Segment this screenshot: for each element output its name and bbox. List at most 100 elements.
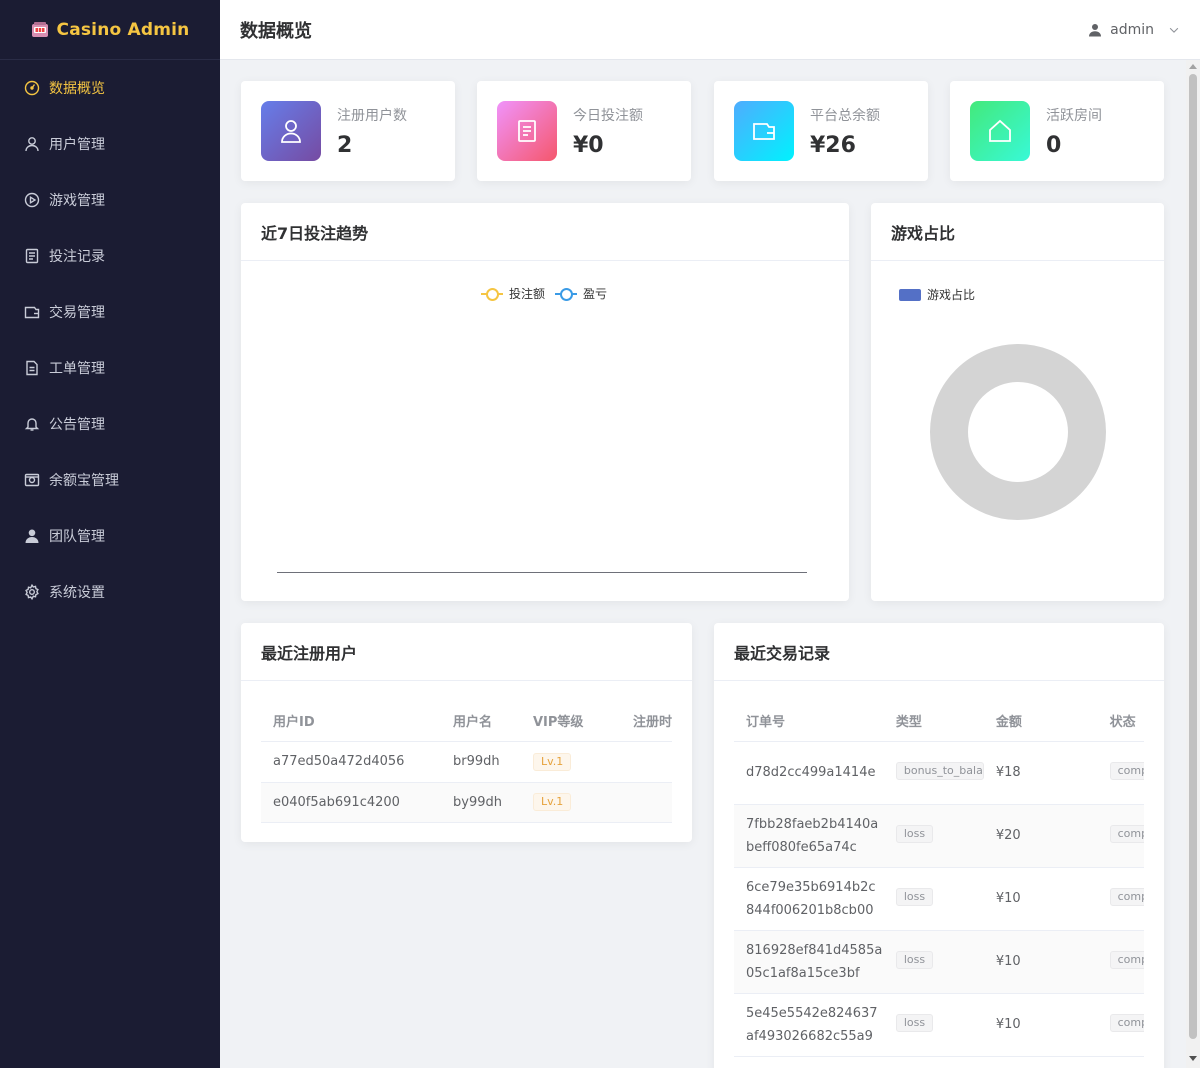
sidebar-item-bets[interactable]: 投注记录 bbox=[0, 228, 220, 284]
stat-value: 2 bbox=[337, 132, 353, 158]
type-cell: bonus_to_balance bbox=[883, 741, 984, 805]
order-id-line: 05c1af8a15ce3bf bbox=[746, 965, 860, 981]
table-row[interactable]: 5e45e5542e824637 af493026682c55a9 loss ¥10 c… bbox=[734, 993, 1144, 1057]
bell-icon bbox=[24, 418, 40, 431]
sidebar-item-games[interactable]: 游戏管理 bbox=[0, 172, 220, 228]
legend-item-bets[interactable]: 投注额 bbox=[481, 285, 545, 302]
transactions-body: d78d2cc499a1414e bonus_to_balance¥18 compl… bbox=[734, 741, 1144, 1057]
vip-cell: Lv.1 bbox=[521, 741, 621, 783]
order-id-line: 7fbb28faeb2b4140a bbox=[746, 816, 879, 832]
type-badge: loss bbox=[895, 1013, 934, 1032]
recent-transactions-title: 最近交易记录 bbox=[714, 623, 1164, 681]
user-id-cell: e040f5ab691c4200 bbox=[261, 782, 441, 823]
order-id-cell: 7fbb28faeb2b4140a beff080fe65a74c bbox=[734, 804, 884, 868]
sidebar-item-label: 公告管理 bbox=[49, 417, 105, 433]
legend-label: 游戏占比 bbox=[927, 288, 976, 302]
stat-label: 注册用户数 bbox=[337, 107, 407, 124]
sidebar-item-label: 系统设置 bbox=[49, 585, 105, 601]
sidebar-item-label: 余额宝管理 bbox=[49, 473, 119, 489]
recent-transactions-table-wrap: 订单号 类型 金额 状态 d78d2cc499a1414e bonus_to_ba… bbox=[734, 701, 1144, 1057]
sidebar-item-tickets[interactable]: 工单管理 bbox=[0, 340, 220, 396]
sidebar-item-announcements[interactable]: 公告管理 bbox=[0, 396, 220, 452]
team-icon bbox=[25, 529, 39, 543]
column-header: 状态 bbox=[1097, 701, 1144, 742]
table-row[interactable]: 7fbb28faeb2b4140a beff080fe65a74c loss ¥20 c… bbox=[734, 804, 1144, 868]
user-avatar-icon bbox=[1089, 23, 1102, 36]
user-id-cell: a77ed50a472d4056 bbox=[261, 741, 441, 783]
order-id-cell: d78d2cc499a1414e bbox=[734, 741, 884, 805]
stat-value: ¥0 bbox=[573, 132, 604, 158]
table-row[interactable]: 816928ef841d4585a 05c1af8a15ce3bf loss ¥10 c… bbox=[734, 930, 1144, 994]
sidebar-item-users[interactable]: 用户管理 bbox=[0, 116, 220, 172]
sidebar-item-label: 用户管理 bbox=[49, 137, 105, 153]
username-cell: br99dh bbox=[441, 741, 521, 783]
play-circle-icon bbox=[24, 192, 40, 208]
status-badge: completed bbox=[1109, 761, 1144, 780]
stat-card-today-bets: 今日投注额 ¥0 bbox=[477, 81, 691, 181]
type-badge: loss bbox=[895, 824, 934, 843]
game-share-legend[interactable]: 游戏占比 bbox=[899, 286, 975, 303]
type-badge: loss bbox=[895, 950, 934, 969]
table-row[interactable]: 6ce79e35b6914b2c 844f006201b8cb00 loss ¥10 c… bbox=[734, 867, 1144, 931]
column-header: 用户名 bbox=[441, 701, 521, 742]
sidebar-item-transactions[interactable]: 交易管理 bbox=[0, 284, 220, 340]
register-time-cell bbox=[621, 741, 672, 783]
stat-label: 今日投注额 bbox=[573, 107, 643, 124]
game-share-title: 游戏占比 bbox=[871, 203, 1164, 261]
app-logo[interactable]: Casino Admin bbox=[0, 0, 220, 60]
order-id-line: d78d2cc499a1414e bbox=[746, 765, 876, 780]
chevron-down-icon bbox=[1169, 27, 1179, 33]
table-row[interactable]: d78d2cc499a1414e bonus_to_balance¥18 compl… bbox=[734, 741, 1144, 805]
column-header: VIP等级 bbox=[521, 701, 621, 742]
user-dropdown[interactable]: admin bbox=[1088, 22, 1180, 38]
order-id-line: 6ce79e35b6914b2c bbox=[746, 879, 876, 895]
sidebar-item-team[interactable]: 团队管理 bbox=[0, 508, 220, 564]
page-scrollbar[interactable] bbox=[1186, 60, 1200, 1068]
stat-value: 0 bbox=[1046, 132, 1062, 158]
document-icon bbox=[25, 248, 39, 264]
recent-users-card: 最近注册用户 用户ID 用户名 VIP等级 注册时间 a77ed50a472d4… bbox=[241, 623, 692, 842]
recent-transactions-card: 最近交易记录 订单号 类型 金额 状态 d78d2cc499a1414e bonu… bbox=[714, 623, 1164, 1068]
register-time-cell bbox=[621, 782, 672, 823]
trend-chart-card: 近7日投注趋势 投注额 盈亏 bbox=[241, 203, 849, 601]
slot-machine-icon bbox=[31, 21, 48, 37]
status-cell: completed bbox=[1097, 867, 1144, 931]
amount-cell: ¥20 bbox=[983, 804, 1098, 868]
sidebar-item-settings[interactable]: 系统设置 bbox=[0, 564, 220, 620]
status-cell: completed bbox=[1097, 741, 1144, 805]
table-header-row: 订单号 类型 金额 状态 bbox=[734, 701, 1144, 742]
scrollbar-thumb[interactable] bbox=[1189, 74, 1197, 1039]
order-id-line: 5e45e5542e824637 bbox=[746, 1005, 878, 1021]
legend-label: 盈亏 bbox=[583, 287, 608, 301]
sidebar-item-label: 投注记录 bbox=[49, 249, 105, 265]
recent-users-table-wrap: 用户ID 用户名 VIP等级 注册时间 a77ed50a472d4056 br9… bbox=[261, 701, 672, 823]
type-cell: loss bbox=[883, 993, 984, 1057]
user-icon bbox=[25, 137, 39, 152]
sidebar-menu: 数据概览 用户管理 游戏管理 投注记录 交易管理 工单管理 公告管理 余额宝管理… bbox=[0, 60, 220, 620]
legend-item-profit[interactable]: 盈亏 bbox=[555, 285, 607, 302]
sidebar: Casino Admin 数据概览 用户管理 游戏管理 投注记录 交易管理 工单… bbox=[0, 0, 220, 1068]
dashboard-icon bbox=[24, 80, 40, 96]
column-header: 金额 bbox=[983, 701, 1098, 742]
recent-users-table: 用户ID 用户名 VIP等级 注册时间 a77ed50a472d4056 br9… bbox=[261, 701, 672, 823]
stat-card-users: 注册用户数 2 bbox=[241, 81, 455, 181]
main-content: 注册用户数 2 今日投注额 ¥0 平台总余额 ¥26 活跃房间 0 近7日投注趋 bbox=[220, 60, 1186, 1068]
wallet-icon bbox=[24, 306, 40, 319]
type-badge: loss bbox=[895, 887, 934, 906]
scroll-down-arrow-icon[interactable] bbox=[1189, 1056, 1197, 1062]
vip-badge: Lv.1 bbox=[533, 752, 572, 771]
sidebar-item-dashboard[interactable]: 数据概览 bbox=[0, 60, 220, 116]
column-header: 用户ID bbox=[261, 701, 441, 742]
sidebar-item-yuebao[interactable]: 余额宝管理 bbox=[0, 452, 220, 508]
type-cell: loss bbox=[883, 804, 984, 868]
table-row[interactable]: e040f5ab691c4200 by99dh Lv.1 bbox=[261, 782, 672, 823]
legend-marker bbox=[481, 287, 503, 301]
status-cell: completed bbox=[1097, 930, 1144, 994]
page-title: 数据概览 bbox=[240, 20, 312, 42]
ticket-icon bbox=[26, 360, 38, 376]
table-row[interactable]: a77ed50a472d4056 br99dh Lv.1 bbox=[261, 741, 672, 783]
scroll-up-arrow-icon[interactable] bbox=[1189, 63, 1197, 69]
column-header: 类型 bbox=[883, 701, 984, 742]
sidebar-item-label: 数据概览 bbox=[49, 81, 105, 97]
amount-cell: ¥10 bbox=[983, 930, 1098, 994]
